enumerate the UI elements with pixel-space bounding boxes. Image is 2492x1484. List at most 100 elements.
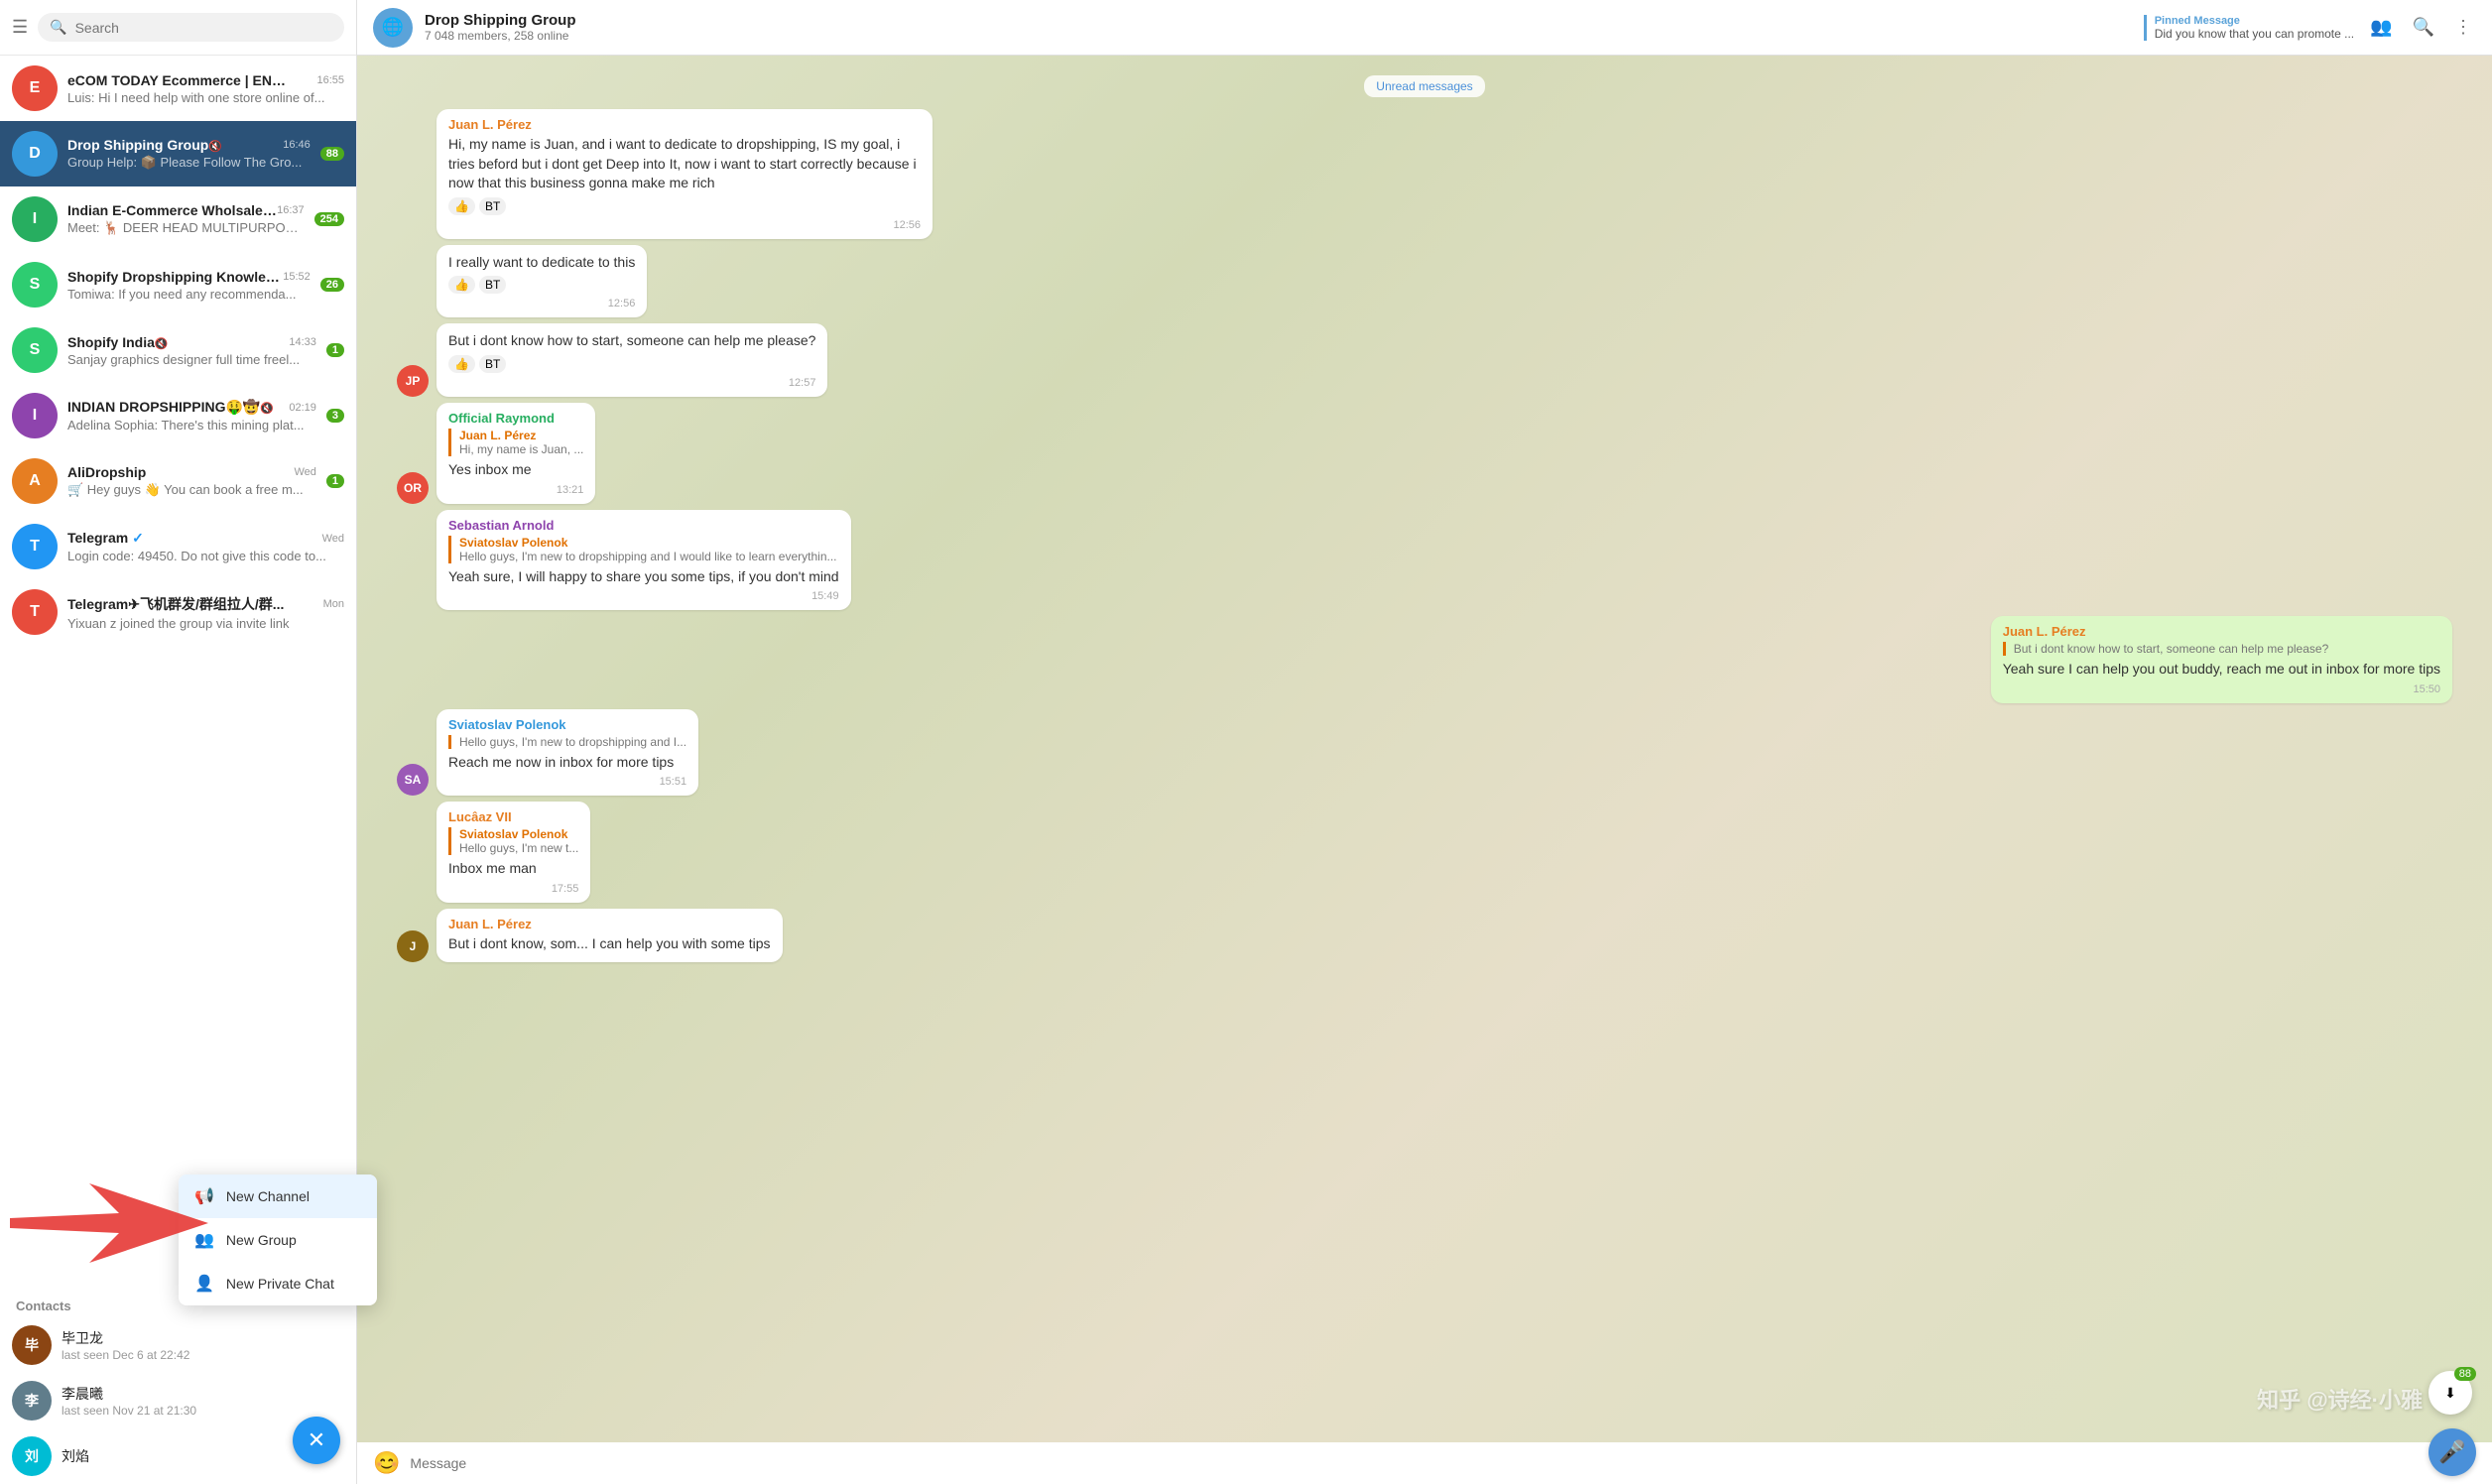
scroll-badge: 88 xyxy=(2454,1367,2476,1381)
contact-info: 李晨曦last seen Nov 21 at 21:30 xyxy=(62,1384,344,1418)
chat-name: Indian E-Commerce Wholsaler B2... xyxy=(67,202,277,218)
message-sender: Official Raymond xyxy=(448,411,583,426)
message-sender: Sebastian Arnold xyxy=(448,518,839,533)
context-menu-item-new_group[interactable]: 👥New Group xyxy=(179,1218,377,1262)
message-bubble: I really want to dedicate to this 👍BT 12:5… xyxy=(436,245,647,318)
chat-item[interactable]: TTelegram ✓WedLogin code: 49450. Do not … xyxy=(0,514,356,579)
chat-item[interactable]: TTelegram✈飞机群发/群组拉人/群...MonYixuan z join… xyxy=(0,579,356,645)
context-menu: 📢New Channel👥New Group👤New Private Chat xyxy=(179,1175,377,1305)
message-bubble: Official Raymond Juan L. PérezHi, my name… xyxy=(436,403,595,504)
reaction[interactable]: BT xyxy=(479,276,506,294)
chat-time: 14:33 xyxy=(289,336,316,348)
reply-text: Hello guys, I'm new t... xyxy=(459,841,578,855)
hamburger-icon[interactable]: ☰ xyxy=(12,17,28,38)
message-bubble: Juan L. PérezHi, my name is Juan, and i … xyxy=(436,109,933,239)
contact-avatar: 毕 xyxy=(12,1325,52,1365)
chat-item[interactable]: IIndian E-Commerce Wholsaler B2...16:37M… xyxy=(0,186,356,252)
members-icon[interactable]: 👥 xyxy=(2366,13,2396,42)
chat-item[interactable]: S Shopify India🔇14:33Sanjay graphics desi… xyxy=(0,317,356,383)
chat-info: AliDropshipWed🛒 Hey guys 👋 You can book … xyxy=(67,464,316,498)
reply-text: But i dont know how to start, someone ca… xyxy=(2014,642,2440,656)
chat-preview: Meet: 🦌 DEER HEAD MULTIPURPOS... xyxy=(67,220,305,236)
chat-item[interactable]: A AliDropshipWed🛒 Hey guys 👋 You can book… xyxy=(0,448,356,514)
message-bubble: Sebastian ArnoldSviatoslav PolenokHello … xyxy=(436,510,851,611)
message-text: Reach me now in inbox for more tips xyxy=(448,753,686,773)
mic-button[interactable]: 🎤 xyxy=(2429,1428,2476,1476)
reply-sender: Sviatoslav Polenok xyxy=(459,827,578,841)
message-time: 12:56 xyxy=(448,219,921,231)
search-box[interactable]: 🔍 xyxy=(38,13,344,42)
sidebar-header: ☰ 🔍 xyxy=(0,0,356,56)
chat-name: INDIAN DROPSHIPPING🤑🤠🔇 xyxy=(67,399,274,416)
reply-text: Hello guys, I'm new to dropshipping and … xyxy=(459,735,686,749)
chat-item[interactable]: DDrop Shipping Group🔇16:46Group Help: 📦 … xyxy=(0,121,356,186)
chat-name: Telegram✈飞机群发/群组拉人/群... xyxy=(67,594,284,614)
reaction[interactable]: 👍 xyxy=(448,276,475,294)
search-input[interactable] xyxy=(75,20,332,36)
search-icon: 🔍 xyxy=(50,19,66,36)
avatar: S xyxy=(12,262,58,308)
chat-name: eCOM TODAY Ecommerce | ENG C... xyxy=(67,72,286,88)
contact-name: 毕卫龙 xyxy=(62,1328,344,1348)
message-reply: Juan L. PérezHi, my name is Juan, ... xyxy=(448,429,583,456)
context-menu-item-new_private[interactable]: 👤New Private Chat xyxy=(179,1262,377,1305)
message-input[interactable] xyxy=(410,1455,2476,1471)
message-text: But i dont know how to start, someone ca… xyxy=(448,331,815,351)
messages-area: Unread messages Juan L. PérezHi, my name… xyxy=(357,56,2492,1442)
message-row: OROfficial RaymondJuan L. PérezHi, my na… xyxy=(397,403,2452,504)
scroll-to-bottom-button[interactable]: ⬇ 88 xyxy=(2429,1371,2472,1415)
close-fab[interactable]: ✕ xyxy=(293,1417,340,1464)
avatar: S xyxy=(12,327,58,373)
chat-item[interactable]: SShopify Dropshipping Knowledge ...15:52… xyxy=(0,252,356,317)
chat-badge: 3 xyxy=(326,409,344,423)
more-options-icon[interactable]: ⋮ xyxy=(2450,13,2476,42)
message-time: 12:57 xyxy=(448,377,815,389)
message-text: Yes inbox me xyxy=(448,460,583,480)
message-text: Yeah sure I can help you out buddy, reac… xyxy=(2003,660,2440,680)
emoji-button[interactable]: 😊 xyxy=(373,1450,400,1476)
mic-area: 🎤 xyxy=(2429,1428,2476,1476)
red-arrow xyxy=(10,1183,208,1266)
watermark: 知乎 @诗经·小雅 xyxy=(2257,1383,2423,1415)
reply-text: Hi, my name is Juan, ... xyxy=(459,442,583,456)
chat-badge: 254 xyxy=(314,212,344,226)
sidebar: ☰ 🔍 EeCOM TODAY Ecommerce | ENG C...16:5… xyxy=(0,0,357,1484)
avatar: A xyxy=(12,458,58,504)
pinned-message[interactable]: Pinned Message Did you know that you can… xyxy=(2144,15,2354,41)
message-bubble: But i dont know how to start, someone ca… xyxy=(436,323,827,397)
chat-info: INDIAN DROPSHIPPING🤑🤠🔇02:19Adelina Sophi… xyxy=(67,399,316,433)
reply-sender: Sviatoslav Polenok xyxy=(459,536,839,550)
chat-info: Shopify India🔇14:33Sanjay graphics desig… xyxy=(67,334,316,367)
chat-time: 16:55 xyxy=(316,74,344,86)
main-chat: 🌐 Drop Shipping Group 7 048 members, 258… xyxy=(357,0,2492,1484)
message-avatar: JP xyxy=(397,365,429,397)
message-text: But i dont know, som... I can help you w… xyxy=(448,934,771,954)
message-text: I really want to dedicate to this xyxy=(448,253,635,273)
chat-item[interactable]: EeCOM TODAY Ecommerce | ENG C...16:55Lui… xyxy=(0,56,356,121)
reaction[interactable]: 👍 xyxy=(448,355,475,373)
chat-list: EeCOM TODAY Ecommerce | ENG C...16:55Lui… xyxy=(0,56,356,1286)
message-row: Sebastian ArnoldSviatoslav PolenokHello … xyxy=(397,510,2452,611)
reaction[interactable]: 👍 xyxy=(448,197,475,215)
message-time: 12:56 xyxy=(448,298,635,309)
chat-time: Wed xyxy=(294,466,315,478)
chat-time: 02:19 xyxy=(289,402,316,414)
message-row: JJuan L. PérezBut i dont know, som... I … xyxy=(397,909,2452,962)
chat-item[interactable]: IINDIAN DROPSHIPPING🤑🤠🔇02:19Adelina Soph… xyxy=(0,383,356,448)
reaction[interactable]: BT xyxy=(479,355,506,373)
contact-status: last seen Nov 21 at 21:30 xyxy=(62,1404,344,1418)
chat-time: Mon xyxy=(323,598,344,610)
chat-info: Telegram✈飞机群发/群组拉人/群... Mon Yixuan z joine… xyxy=(67,594,344,631)
message-bubble: Lucâaz VIISviatoslav PolenokHello guys, … xyxy=(436,802,590,903)
context-menu-item-new_channel[interactable]: 📢New Channel xyxy=(179,1175,377,1218)
search-chat-icon[interactable]: 🔍 xyxy=(2409,13,2438,42)
unread-divider: Unread messages xyxy=(397,77,2452,93)
chat-time: 16:37 xyxy=(277,204,305,216)
contact-item[interactable]: 毕毕卫龙last seen Dec 6 at 22:42 xyxy=(0,1317,356,1373)
message-reply: Hello guys, I'm new to dropshipping and … xyxy=(448,735,686,749)
reaction[interactable]: BT xyxy=(479,197,506,215)
header-actions: 👥 🔍 ⋮ xyxy=(2366,13,2476,42)
avatar: I xyxy=(12,393,58,438)
chat-preview: Yixuan z joined the group via invite lin… xyxy=(67,616,344,631)
chat-badge: 88 xyxy=(320,147,344,161)
